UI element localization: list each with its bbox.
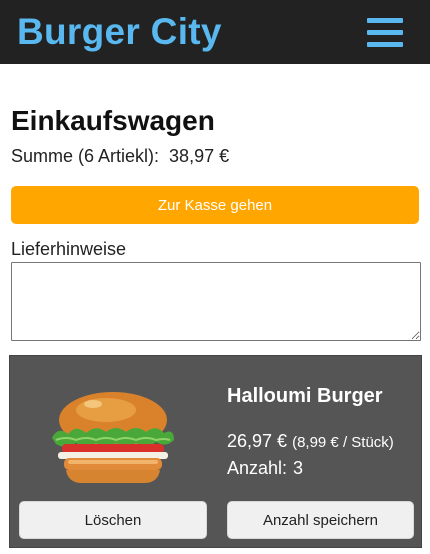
- cart-item: Halloumi Burger 26,97 € (8,99 € / Stück)…: [9, 355, 422, 548]
- item-total-price: 26,97 €: [227, 431, 288, 451]
- unit-price: (8,99 € / Stück): [292, 434, 394, 451]
- product-name: Halloumi Burger: [227, 385, 383, 407]
- quantity-value[interactable]: 3: [293, 458, 303, 478]
- page-title: Einkaufswagen: [11, 105, 215, 136]
- quantity-display: Anzahl: 3: [227, 456, 303, 480]
- summary-label: Summe (6 Artiekl):: [11, 146, 160, 166]
- summary-total: 38,97 €: [169, 146, 230, 166]
- quantity-label: Anzahl:: [227, 458, 288, 478]
- brand-logo-text[interactable]: Burger City: [17, 10, 222, 54]
- cart-summary: Summe (6 Artiekl): 38,97 €: [11, 144, 229, 168]
- menu-bar-middle: [367, 30, 403, 35]
- delete-item-button[interactable]: Löschen: [19, 501, 207, 539]
- checkout-button[interactable]: Zur Kasse gehen: [11, 186, 419, 224]
- menu-bar-bottom: [367, 42, 403, 47]
- delivery-notes-label: Lieferhinweise: [11, 239, 127, 259]
- save-quantity-button[interactable]: Anzahl speichern: [227, 501, 414, 539]
- menu-bar-top: [367, 18, 403, 23]
- delivery-notes-input[interactable]: [11, 262, 421, 341]
- burger-image: [52, 392, 174, 483]
- hamburger-menu-icon[interactable]: [364, 14, 406, 50]
- cart-page: Burger City Einkaufswagen Summe (6 Artie…: [0, 0, 430, 554]
- app-header: Burger City: [0, 0, 430, 64]
- product-price: 26,97 € (8,99 € / Stück): [227, 429, 394, 455]
